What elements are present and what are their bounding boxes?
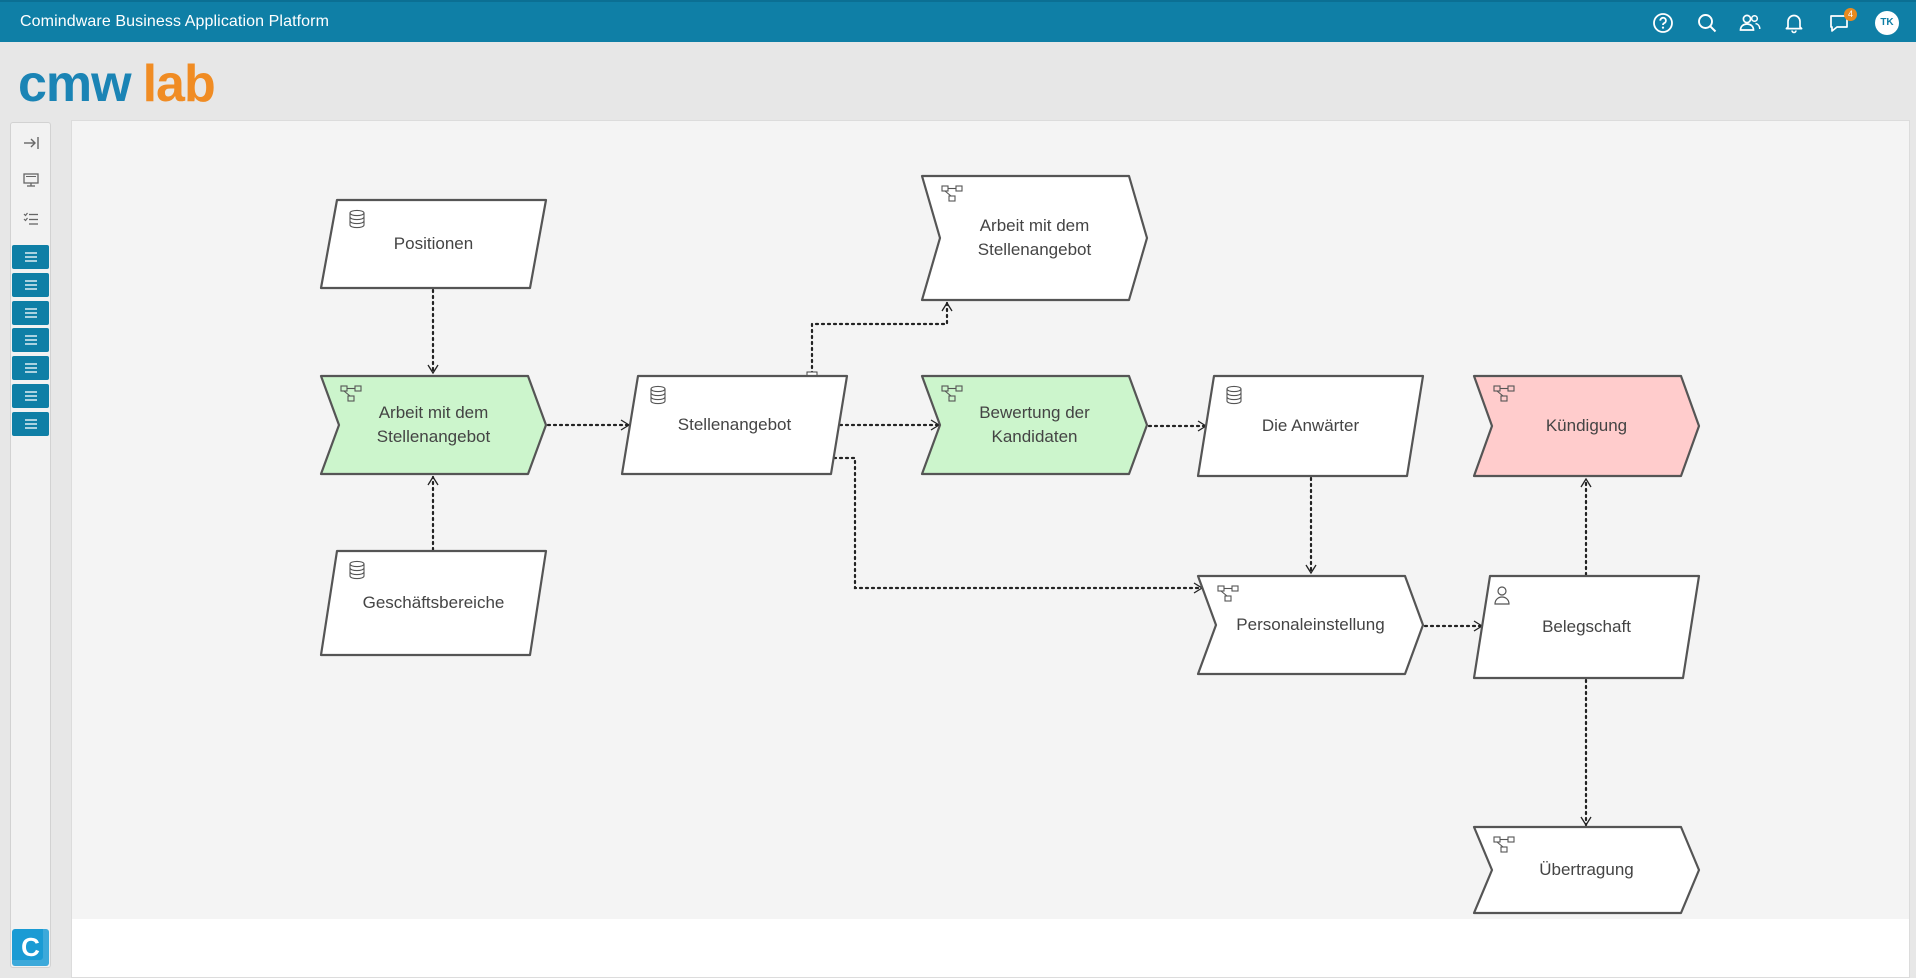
node-label: Übertragung: [1539, 860, 1634, 879]
list-icon: [24, 335, 37, 346]
diagram-panel: Positionen Arbeit mit dem Stellenangebot G…: [71, 120, 1910, 978]
cmw-lab-logo[interactable]: cmw lab: [18, 54, 216, 114]
chat-icon[interactable]: 4: [1826, 8, 1857, 36]
left-sidebar: C: [10, 122, 51, 968]
monitor-icon[interactable]: [20, 169, 42, 191]
sidebar-nav-item[interactable]: [12, 272, 49, 297]
bell-icon[interactable]: [1781, 10, 1807, 36]
node-label: Belegschaft: [1542, 617, 1631, 636]
sidebar-nav-item[interactable]: [12, 245, 49, 269]
node-label: Personaleinstellung: [1236, 615, 1385, 634]
checklist-icon[interactable]: [20, 208, 42, 230]
app-title: Comindware Business Application Platform: [20, 13, 330, 30]
sidebar-nav-item[interactable]: [12, 384, 49, 408]
sidebar-nav-item[interactable]: [12, 356, 49, 381]
sidebar-nav-item[interactable]: [12, 328, 49, 353]
users-icon[interactable]: [1737, 10, 1763, 36]
avatar[interactable]: TK: [1875, 11, 1899, 35]
search-icon[interactable]: [1694, 10, 1720, 36]
node-label: Kündigung: [1545, 416, 1628, 435]
top-bar: Comindware Business Application Platform…: [0, 0, 1916, 42]
connector-stellenangebot-to-personaleinstellung[interactable]: [832, 456, 1204, 594]
logo-text-cmw: cmw: [18, 55, 132, 113]
node-label: Stellenangebot: [677, 415, 792, 434]
connector-stellenangebot-to-arbeit2[interactable]: [810, 301, 953, 376]
node-label: Positionen: [393, 234, 474, 253]
help-icon[interactable]: [1650, 10, 1676, 36]
sidebar-nav-item[interactable]: [12, 411, 49, 436]
logo-text-lab: lab: [142, 55, 216, 113]
collapse-icon[interactable]: [20, 132, 42, 154]
diagram-canvas: Positionen Arbeit mit dem Stellenangebot G…: [72, 121, 1909, 919]
notification-badge: 4: [1844, 8, 1857, 21]
node-label: Die Anwärter: [1261, 416, 1360, 435]
list-icon: [24, 252, 37, 262]
list-icon: [24, 280, 37, 290]
node-label: Geschäftsbereiche: [362, 593, 505, 612]
node-label: Arbeit mit dem Stellenangebot: [977, 216, 1092, 259]
list-icon: [24, 419, 37, 429]
comindware-brand-button[interactable]: C: [12, 929, 49, 966]
node-label: Arbeit mit dem Stellenangebot: [376, 403, 491, 446]
sidebar-nav-item[interactable]: [12, 300, 49, 325]
list-icon: [24, 307, 37, 318]
list-icon: [24, 363, 37, 373]
node-label: Bewertung der Kandidaten: [979, 403, 1090, 446]
list-icon: [24, 391, 37, 401]
